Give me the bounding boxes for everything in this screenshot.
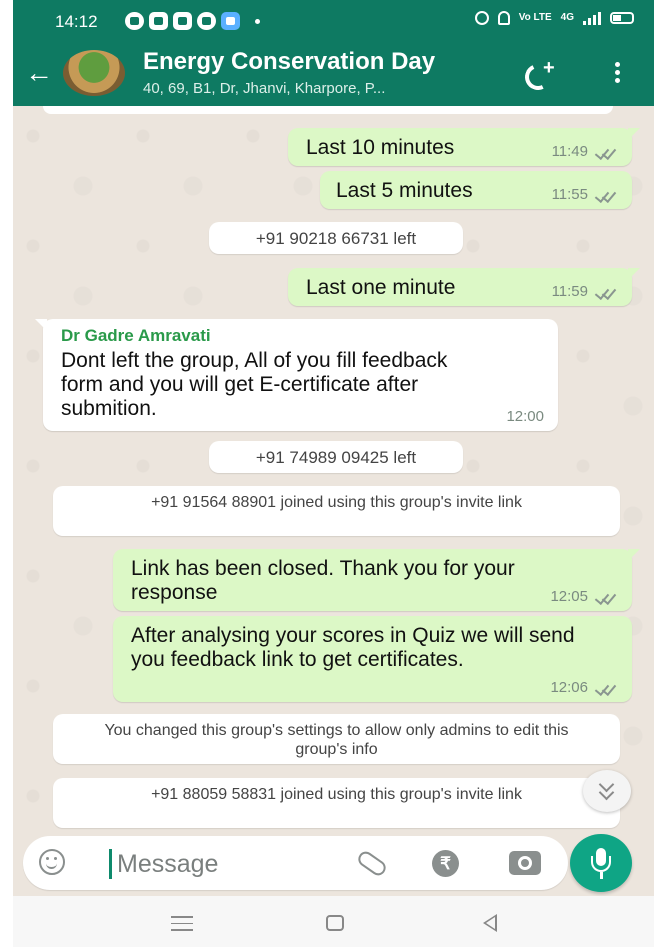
outgoing-message[interactable]: Link has been closed. Thank you for your… — [113, 549, 640, 611]
message-notification-icon — [221, 12, 240, 30]
scroll-to-bottom-button[interactable] — [583, 770, 631, 812]
message-time: 11:49 — [551, 143, 588, 160]
system-message: +91 74989 09425 left — [209, 441, 463, 473]
read-ticks-icon — [594, 189, 616, 201]
system-message: +91 91564 88901 joined using this group'… — [53, 486, 620, 536]
battery-icon — [610, 12, 634, 24]
network-type-label: 4G — [560, 12, 574, 23]
message-text: Last 5 minutes — [336, 179, 473, 202]
camera-icon[interactable] — [509, 851, 541, 875]
more-vert-icon[interactable] — [613, 60, 621, 88]
message-text: Last 10 minutes — [306, 136, 455, 159]
notification-icons — [125, 12, 260, 30]
message-time: 11:59 — [551, 283, 588, 300]
status-bar: 14:12 Vo LTE 4G — [13, 0, 654, 44]
message-text: Dont left the group, All of you fill fee… — [61, 349, 448, 420]
signal-icon — [583, 11, 601, 25]
system-message-text: +91 88059 58831 joined using this group'… — [151, 786, 522, 803]
add-call-icon[interactable]: + — [521, 57, 561, 94]
home-button[interactable] — [326, 915, 344, 931]
status-right-icons: Vo LTE 4G — [474, 11, 634, 25]
nav-back-button[interactable] — [483, 914, 497, 932]
emoji-icon[interactable] — [39, 849, 65, 875]
outgoing-message[interactable]: Last one minute 11:59 — [288, 268, 640, 306]
mic-icon — [600, 872, 603, 879]
message-text: Link has been closed. Thank you for your… — [131, 557, 515, 604]
message-input[interactable] — [115, 846, 339, 882]
message-time: 12:05 — [550, 588, 588, 605]
text-cursor — [109, 849, 112, 879]
read-ticks-icon — [594, 591, 616, 603]
message-text: Last one minute — [306, 276, 456, 299]
more-notifications-dot — [255, 19, 260, 24]
chat-header[interactable]: ← Energy Conservation Day 40, 69, B1, Dr… — [13, 44, 654, 106]
message-time: 12:00 — [506, 408, 544, 425]
status-time: 14:12 — [55, 12, 98, 31]
attach-icon[interactable] — [353, 848, 389, 879]
back-arrow-icon[interactable]: ← — [25, 59, 53, 87]
outgoing-message[interactable]: Last 5 minutes 11:55 — [320, 171, 632, 209]
system-message: +91 88059 58831 joined using this group'… — [53, 778, 620, 828]
system-message-text: +91 91564 88901 joined using this group'… — [151, 494, 522, 511]
app-notification-icon — [173, 12, 192, 30]
outgoing-message[interactable]: After analysing your scores in Quiz we w… — [113, 616, 632, 702]
read-ticks-icon — [594, 286, 616, 298]
read-ticks-icon — [594, 146, 616, 158]
read-ticks-icon — [594, 682, 616, 694]
chat-notification-icon — [125, 12, 144, 30]
group-title[interactable]: Energy Conservation Day — [143, 48, 435, 76]
recent-apps-button[interactable] — [171, 916, 193, 931]
rupee-payment-icon[interactable]: ₹ — [432, 850, 459, 877]
message-composer: ₹ — [13, 834, 654, 896]
message-time: 12:06 — [550, 679, 588, 696]
system-message-text: You changed this group's settings to all… — [104, 722, 569, 758]
incoming-message[interactable]: Dr Gadre Amravati Dont left the group, A… — [35, 319, 558, 431]
system-message: You changed this group's settings to all… — [53, 714, 620, 764]
system-message-text: +91 74989 09425 left — [255, 448, 417, 467]
phone-screen: 14:12 Vo LTE 4G ← Energy Conservation Da… — [13, 0, 654, 947]
alarm-icon — [474, 11, 489, 25]
system-message-text: +91 90218 66731 left — [255, 229, 417, 248]
game-notification-icon — [197, 12, 216, 30]
outgoing-message[interactable]: Last 10 minutes 11:49 — [288, 128, 640, 166]
tv-notification-icon — [149, 12, 168, 30]
sender-name[interactable]: Dr Gadre Amravati — [61, 326, 211, 346]
system-message: +91 90218 66731 left — [209, 222, 463, 254]
system-nav-bar — [13, 896, 654, 947]
mute-icon — [497, 11, 510, 25]
volte-label: Vo LTE — [518, 12, 552, 23]
message-time: 11:55 — [551, 186, 588, 203]
message-input-box[interactable]: ₹ — [23, 836, 568, 890]
mic-button[interactable] — [570, 834, 632, 892]
group-avatar[interactable] — [63, 50, 125, 96]
chat-area[interactable]: Last 10 minutes 11:49 Last 5 minutes 11:… — [13, 106, 654, 834]
group-members[interactable]: 40, 69, B1, Dr, Jhanvi, Kharpore, P... — [143, 80, 385, 97]
previous-message-stub — [43, 106, 613, 114]
message-text: After analysing your scores in Quiz we w… — [131, 624, 575, 671]
